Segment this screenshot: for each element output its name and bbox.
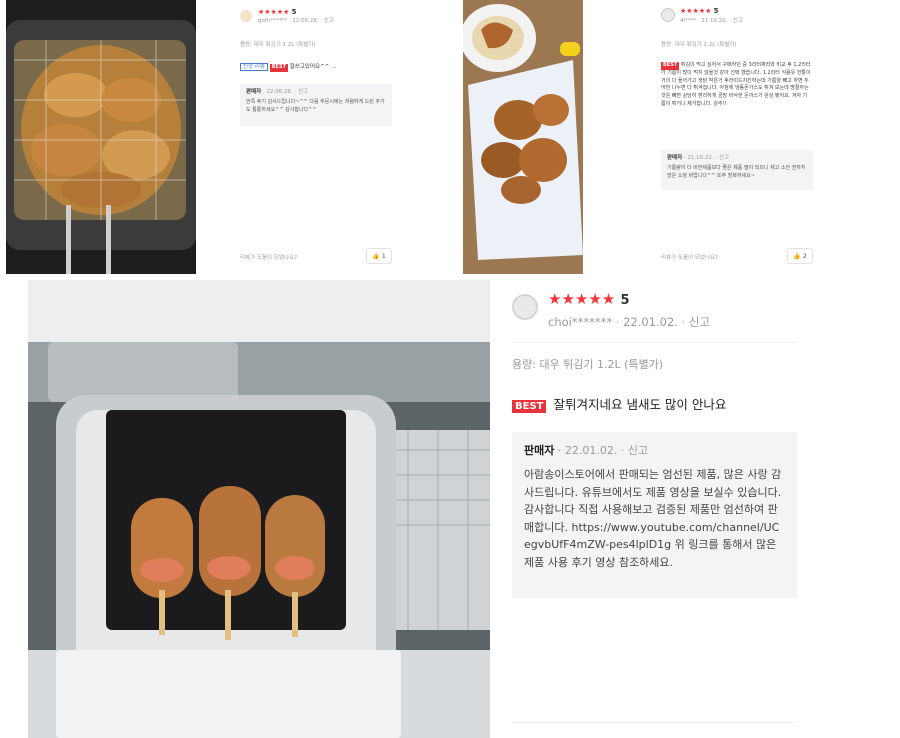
reviewer-id: choi******* <box>548 315 613 329</box>
rating-value: 5 <box>291 8 297 16</box>
helpful-button[interactable]: 👍 1 <box>366 248 392 264</box>
rating-value: 5 <box>713 7 719 15</box>
corn-dogs-fryer-image <box>28 280 490 738</box>
rating-stars: ★★★★★ <box>258 8 290 16</box>
seller-label: 판매자 <box>667 155 683 161</box>
review-text: 잘튀겨지네요 냄새도 많이 안나요 <box>553 397 727 412</box>
best-badge: BEST <box>269 64 288 72</box>
review-text: 잘쓰고있어요^^ ... <box>289 64 337 70</box>
report-link[interactable]: 신고 <box>324 18 334 24</box>
review-photo-fried-chicken-plate[interactable] <box>463 0 583 274</box>
reviewer-id: goth****** <box>258 18 287 24</box>
seller-reply-date: 21.10.21. <box>687 155 714 161</box>
review-card-1: ★★★★★ 5 goth****** · 22.06.28. · 신고 용량: … <box>228 0 400 274</box>
review-card-main: ★★★★★ 5 choi******* · 22.01.02. · 신고 용량:… <box>498 280 900 738</box>
fried-chicken-plate-image <box>463 0 583 274</box>
report-link[interactable]: 신고 <box>733 18 743 24</box>
review-date: 22.01.02. <box>623 315 678 329</box>
user-avatar-icon <box>512 294 538 320</box>
rating-value: 5 <box>620 293 630 308</box>
review-text: 튀김이 먹고 싶어서 구매하던 중 3리터짜리와 비교 후 1.2리터가 기름이… <box>661 62 811 107</box>
thumbs-up-icon: 👍 <box>372 252 380 260</box>
helpful-count: 2 <box>802 252 807 260</box>
review-card-2: ★★★★★ 5 4i**** · 21.10.20. · 신고 용량: 대우 튀… <box>650 0 820 274</box>
review-photo-fried-chicken-basket[interactable] <box>6 0 196 274</box>
helpful-count: 1 <box>381 252 386 260</box>
rating-stars: ★★★★★ <box>680 7 712 15</box>
helpful-question: 리뷰가 도움이 되었나요? <box>240 255 298 261</box>
seller-reply-date: 22.06.28. <box>266 89 293 95</box>
seller-report-link[interactable]: 신고 <box>628 444 648 457</box>
fried-chicken-basket-image <box>6 0 196 274</box>
rating-stars: ★★★★★ <box>548 290 616 308</box>
helpful-question: 리뷰가 도움이 되었나요? <box>661 255 719 261</box>
product-option: 용량: 대우 튀김기 1.2L (특별가) <box>661 42 737 48</box>
seller-reply-date: 22.01.02. <box>564 444 618 457</box>
seller-reply-box: 판매자 · 22.01.02. · 신고 아람송이스토어에서 판매되는 엄선된 … <box>512 432 797 598</box>
seller-reply-box: 판매자 · 21.10.21. · 신고 기름량이 더 비싼제품보다 좋은 제품… <box>661 150 813 190</box>
seller-label: 판매자 <box>524 444 555 457</box>
user-avatar-icon <box>240 10 252 22</box>
review-date: 21.10.20. <box>701 18 728 24</box>
product-option: 용량: 대우 튀김기 1.2L (특별가) <box>512 358 664 371</box>
review-photo-corn-dogs-fryer[interactable] <box>28 280 490 738</box>
user-avatar-icon <box>661 8 675 22</box>
report-link[interactable]: 신고 <box>689 315 710 329</box>
product-option: 용량: 대우 튀김기 1.2L (특별가) <box>240 42 316 48</box>
seller-reply-text: 기름량이 더 비싼제품보다 좋은 제품 딸이 되므니 제고 소진 전까지 많은 … <box>667 165 806 179</box>
new-review-badge: 신상 리뷰 <box>240 63 268 71</box>
helpful-button[interactable]: 👍 2 <box>787 248 813 264</box>
review-text-block: BEST 튀김이 먹고 싶어서 구매하던 중 3리터짜리와 비교 후 1.2리터… <box>661 62 811 109</box>
seller-report-link[interactable]: 신고 <box>719 155 729 161</box>
seller-label: 판매자 <box>246 89 262 95</box>
reviewer-id: 4i**** <box>680 18 697 24</box>
seller-report-link[interactable]: 신고 <box>298 89 308 95</box>
best-badge: BEST <box>661 62 680 70</box>
seller-reply-text: 만족 후기 감사드립니다~^^ 다음 주문시에는 저렴하게 드린 추가도 통통하… <box>246 99 385 113</box>
thumbs-up-icon: 👍 <box>793 252 801 260</box>
best-badge: BEST <box>512 400 547 413</box>
review-date: 22.06.28. <box>292 18 319 24</box>
seller-reply-box: 판매자 · 22.06.28. · 신고 만족 후기 감사드립니다~^^ 다음 … <box>240 84 392 126</box>
